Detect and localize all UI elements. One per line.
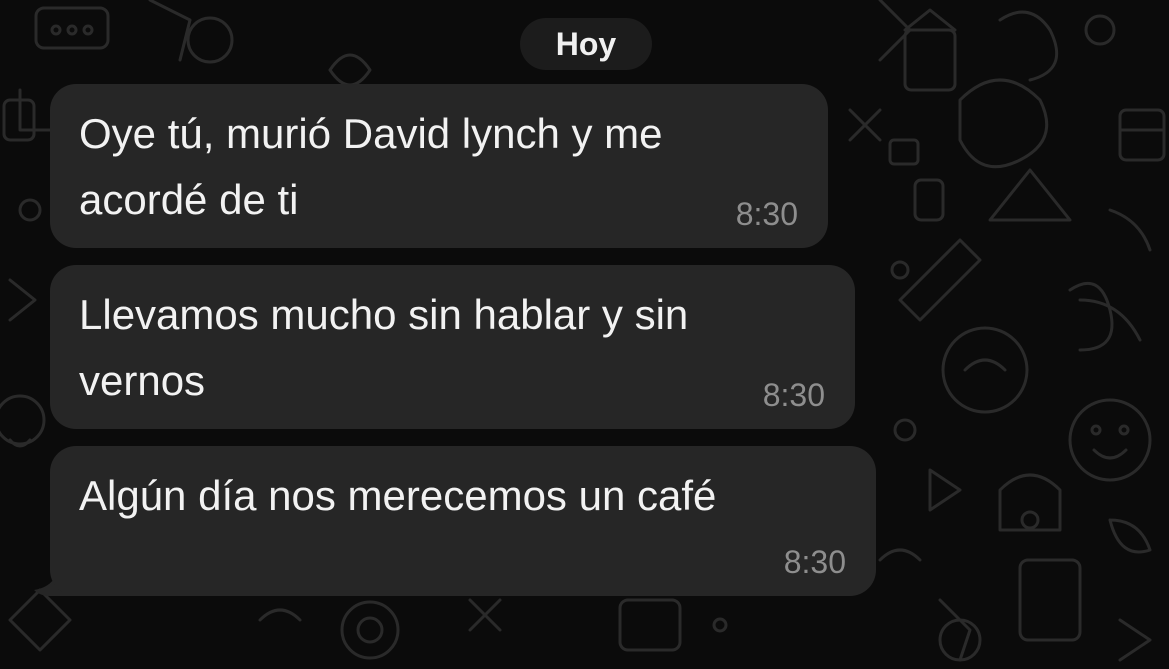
message-bubble[interactable]: Oye tú, murió David lynch y me acordé de… xyxy=(50,84,828,248)
message-bubble[interactable]: Llevamos mucho sin hablar y sin vernos 8… xyxy=(50,265,855,429)
message-timestamp: 8:30 xyxy=(783,544,846,580)
message-bubble[interactable]: Algún día nos merecemos un café 8:30 xyxy=(50,446,876,596)
message-timestamp: 8:30 xyxy=(735,196,798,232)
date-separator: Hoy xyxy=(520,18,652,70)
message-text: Algún día nos merecemos un café xyxy=(79,472,717,519)
message-text: Oye tú, murió David lynch y me acordé de… xyxy=(79,110,663,223)
message-timestamp: 8:30 xyxy=(762,377,825,413)
message-text: Llevamos mucho sin hablar y sin vernos xyxy=(79,291,689,404)
